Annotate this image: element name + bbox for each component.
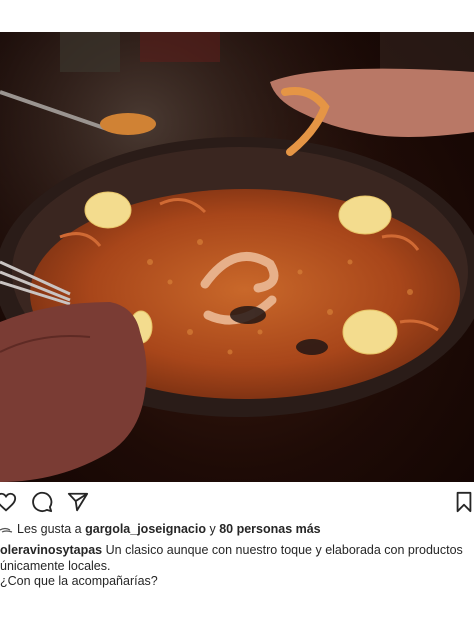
caption-text-2: únicamente locales. xyxy=(0,558,111,573)
likes-count-link[interactable]: 80 personas más xyxy=(219,522,320,536)
like-button[interactable] xyxy=(0,490,18,514)
caption-text-1: Un clasico aunque con nuestro toque y el… xyxy=(102,543,463,557)
post-caption: oleravinosytapas Un clasico aunque con n… xyxy=(0,543,474,590)
likes-prefix: Les gusta a xyxy=(17,522,86,536)
comment-icon xyxy=(32,491,53,513)
likes-summary: Les gusta a gargola_joseignacio y 80 per… xyxy=(0,522,474,540)
post-actions-bar xyxy=(0,490,474,516)
paella-image xyxy=(0,32,474,482)
caption-text-3: ¿Con que la acompañarías? xyxy=(0,574,158,588)
post-photo[interactable] xyxy=(0,32,474,482)
liker-avatar-icon xyxy=(0,527,13,533)
liker-username[interactable]: gargola_joseignacio xyxy=(85,522,206,536)
save-button[interactable] xyxy=(452,490,474,514)
heart-icon xyxy=(0,492,17,512)
comment-button[interactable] xyxy=(30,490,54,514)
paper-plane-icon xyxy=(67,492,89,512)
top-blank-area xyxy=(0,0,474,32)
likes-joiner: y xyxy=(205,522,220,536)
caption-username[interactable]: oleravinosytapas xyxy=(0,543,102,557)
share-button[interactable] xyxy=(66,490,90,514)
bookmark-icon xyxy=(456,491,472,513)
caption-line-1: oleravinosytapas Un clasico aunque con n… xyxy=(0,543,474,559)
